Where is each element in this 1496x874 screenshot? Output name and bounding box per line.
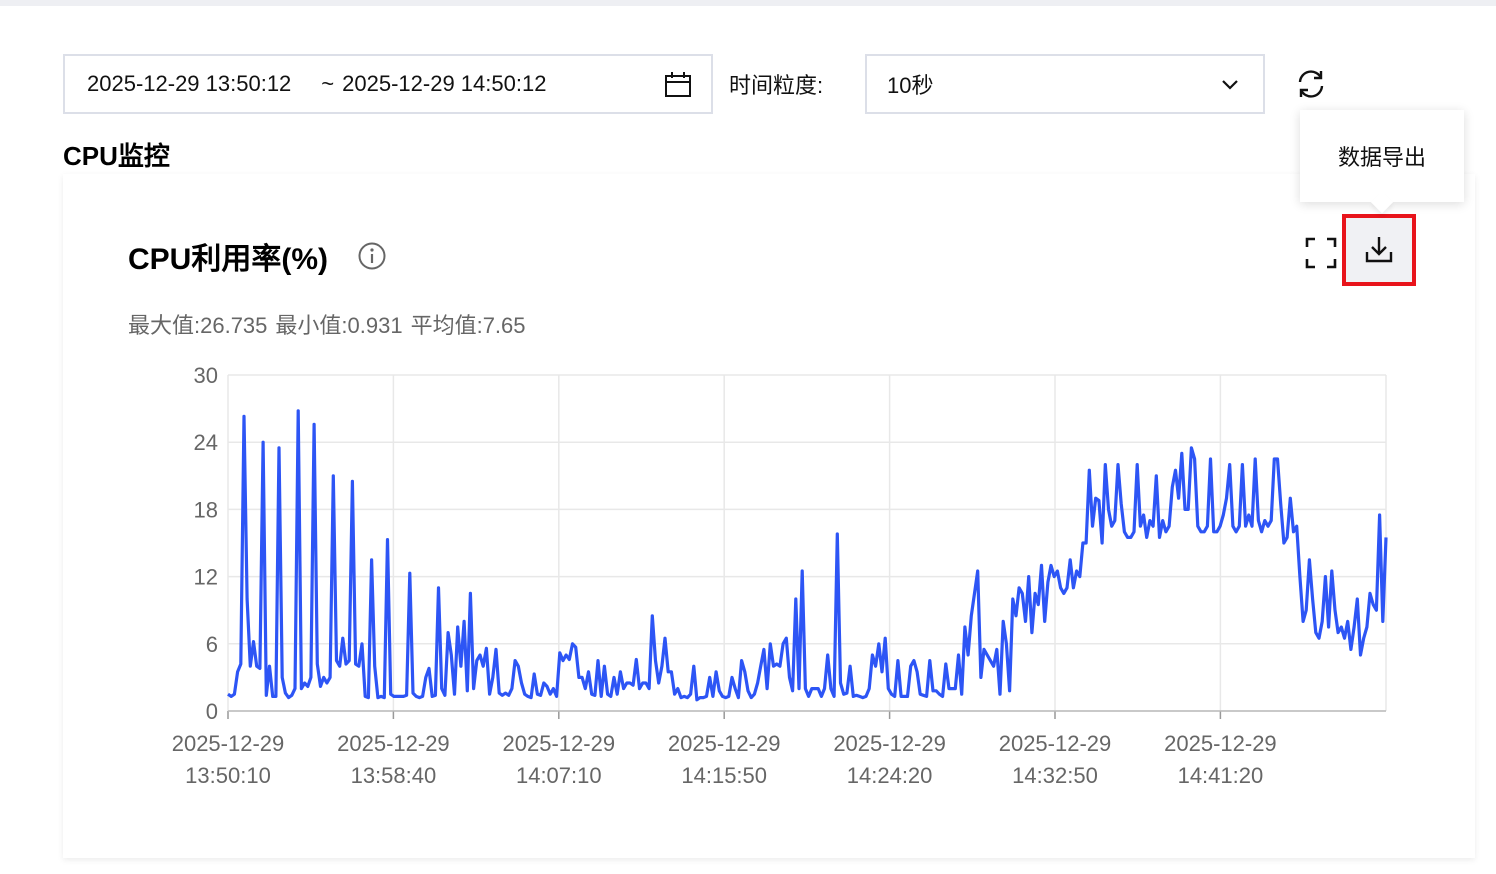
x-tick-label-time: 14:32:50 (1012, 763, 1098, 788)
y-tick-label: 24 (194, 430, 218, 455)
date-separator: ~ (321, 71, 335, 96)
export-tooltip: 数据导出 (1300, 110, 1464, 202)
chart-title: CPU利用率(%) (128, 243, 328, 276)
download-icon (1365, 237, 1393, 263)
x-tick-label-date: 2025-12-29 (833, 731, 946, 756)
x-axis: 2025-12-29 13:50:10 2025-12-29 13:58:40 2025… (172, 710, 1386, 788)
x-tick-label-date: 2025-12-29 (503, 731, 616, 756)
granularity-value: 10秒 (887, 73, 934, 98)
top-divider (0, 0, 1496, 6)
date-end-text: 2025-12-29 14:50:12 (342, 71, 547, 96)
y-tick-label: 30 (194, 363, 218, 388)
x-tick-label-time: 13:50:10 (185, 763, 271, 788)
y-tick-label: 12 (194, 565, 218, 590)
chevron-down-icon (1222, 80, 1238, 90)
date-start-text: 2025-12-29 13:50:12 (87, 71, 292, 96)
x-tick-label-time: 14:15:50 (681, 763, 767, 788)
granularity-label: 时间粒度: (729, 73, 824, 98)
y-tick-label: 18 (194, 497, 218, 522)
stat-min: 最小值:0.931 (275, 313, 403, 338)
tooltip-text: 数据导出 (1337, 145, 1426, 170)
y-tick-label: 6 (206, 632, 218, 657)
x-tick-label-date: 2025-12-29 (172, 731, 285, 756)
x-tick-label-date: 2025-12-29 (668, 731, 781, 756)
section-title: CPU监控 (63, 141, 170, 171)
calendar-icon[interactable] (663, 70, 693, 100)
granularity-select[interactable]: 10秒 (865, 54, 1265, 114)
x-tick-label-date: 2025-12-29 (1164, 731, 1277, 756)
cpu-line-chart: 0 6 12 18 24 30 2025-12-29 13:50:10 2025-12-29 1… (172, 363, 1388, 788)
y-axis: 0 6 12 18 24 30 (194, 363, 218, 724)
x-tick-label-time: 14:24:20 (847, 763, 933, 788)
chart-grid (227, 374, 1387, 712)
series-line (227, 409, 1388, 702)
stat-avg: 平均值:7.65 (410, 313, 526, 338)
chart-stats: 最大值:26.735 最小值:0.931 平均值:7.65 (128, 308, 534, 340)
info-icon[interactable] (357, 241, 387, 271)
x-tick-label-time: 14:41:20 (1178, 763, 1264, 788)
stat-max: 最大值:26.735 (128, 313, 268, 338)
x-tick-label-time: 14:07:10 (516, 763, 602, 788)
x-tick-label-date: 2025-12-29 (999, 731, 1112, 756)
x-tick-label-date: 2025-12-29 (337, 731, 450, 756)
refresh-icon[interactable] (1294, 67, 1328, 101)
download-button[interactable] (1342, 214, 1416, 286)
date-range-picker[interactable]: 2025-12-29 13:50:12 ~ 2025-12-29 14:50:1… (63, 54, 713, 114)
x-tick-label-time: 13:58:40 (351, 763, 437, 788)
y-tick-label: 0 (206, 699, 218, 724)
fullscreen-icon[interactable] (1304, 236, 1338, 270)
